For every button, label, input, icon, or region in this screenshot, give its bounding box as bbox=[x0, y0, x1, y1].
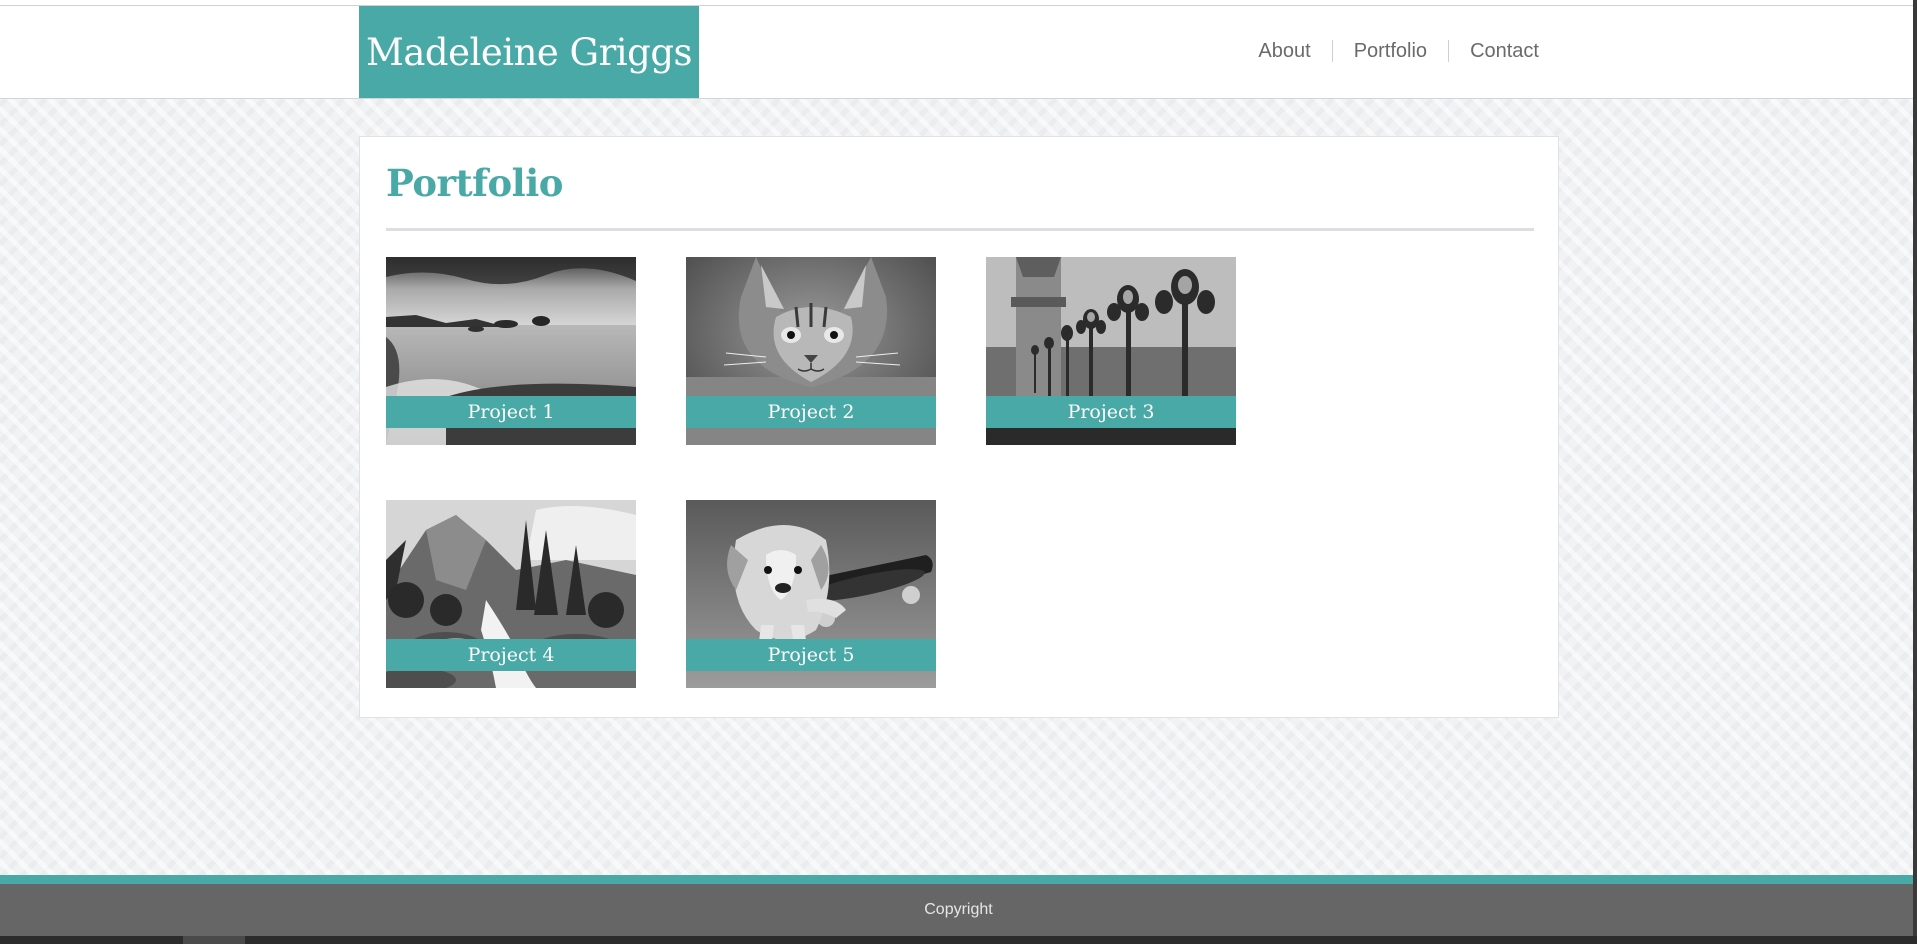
footer-accent-bar bbox=[0, 875, 1917, 884]
copyright-text: Copyright bbox=[924, 901, 993, 918]
project-tile-5[interactable]: Project 5 bbox=[686, 500, 936, 688]
project-tile-2[interactable]: Project 2 bbox=[686, 257, 936, 445]
project-label: Project 1 bbox=[386, 396, 636, 428]
project-label: Project 3 bbox=[986, 396, 1236, 428]
project-label: Project 4 bbox=[386, 639, 636, 671]
project-label: Project 5 bbox=[686, 639, 936, 671]
page-title: Portfolio bbox=[386, 161, 563, 205]
site-footer: Copyright bbox=[0, 884, 1917, 936]
nav-about[interactable]: About bbox=[1237, 40, 1331, 62]
project-label: Project 2 bbox=[686, 396, 936, 428]
project-tile-3[interactable]: Project 3 bbox=[986, 257, 1236, 445]
portfolio-card: Portfolio Project 1 Project 2 Project 3 … bbox=[359, 136, 1559, 718]
title-divider bbox=[386, 228, 1534, 231]
site-logo-title[interactable]: Madeleine Griggs bbox=[359, 6, 699, 98]
site-header: Madeleine Griggs About Portfolio Contact bbox=[0, 5, 1917, 99]
scrollbar[interactable] bbox=[1913, 0, 1917, 936]
main-nav: About Portfolio Contact bbox=[1237, 34, 1539, 68]
taskbar bbox=[0, 936, 1917, 944]
project-tile-1[interactable]: Project 1 bbox=[386, 257, 636, 445]
nav-portfolio[interactable]: Portfolio bbox=[1331, 40, 1448, 62]
nav-contact[interactable]: Contact bbox=[1448, 40, 1539, 62]
project-tile-4[interactable]: Project 4 bbox=[386, 500, 636, 688]
taskbar-item[interactable] bbox=[183, 936, 245, 944]
